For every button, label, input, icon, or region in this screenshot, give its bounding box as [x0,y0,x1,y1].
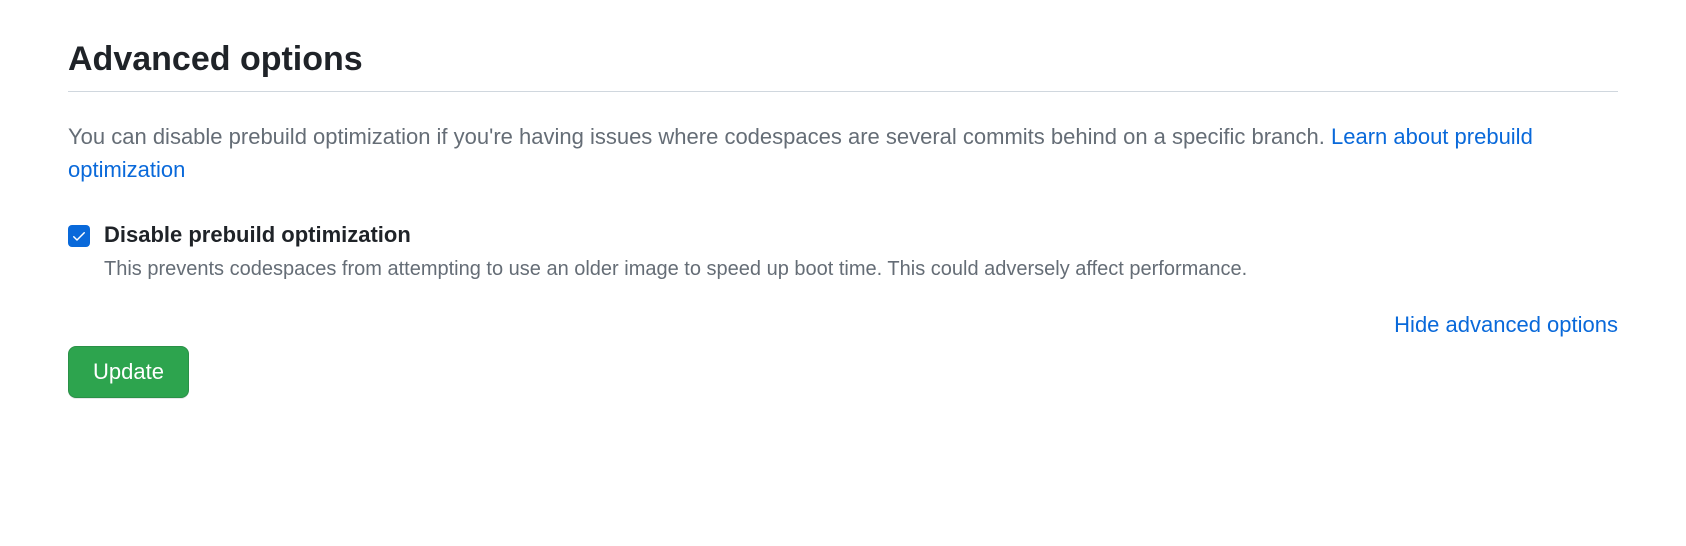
disable-prebuild-checkbox-row: Disable prebuild optimization This preve… [68,222,1618,284]
checkbox-content: Disable prebuild optimization This preve… [104,222,1618,284]
checkbox-help-text: This prevents codespaces from attempting… [104,254,1618,284]
disable-prebuild-checkbox[interactable] [68,225,90,247]
section-description: You can disable prebuild optimization if… [68,120,1618,186]
button-row: Update [68,346,1618,398]
checkbox-label[interactable]: Disable prebuild optimization [104,222,1618,248]
section-heading: Advanced options [68,40,1618,92]
hide-link-row: Hide advanced options [68,312,1618,338]
description-text: You can disable prebuild optimization if… [68,124,1331,149]
checkmark-icon [71,228,87,244]
update-button[interactable]: Update [68,346,189,398]
hide-advanced-options-link[interactable]: Hide advanced options [1394,312,1618,338]
